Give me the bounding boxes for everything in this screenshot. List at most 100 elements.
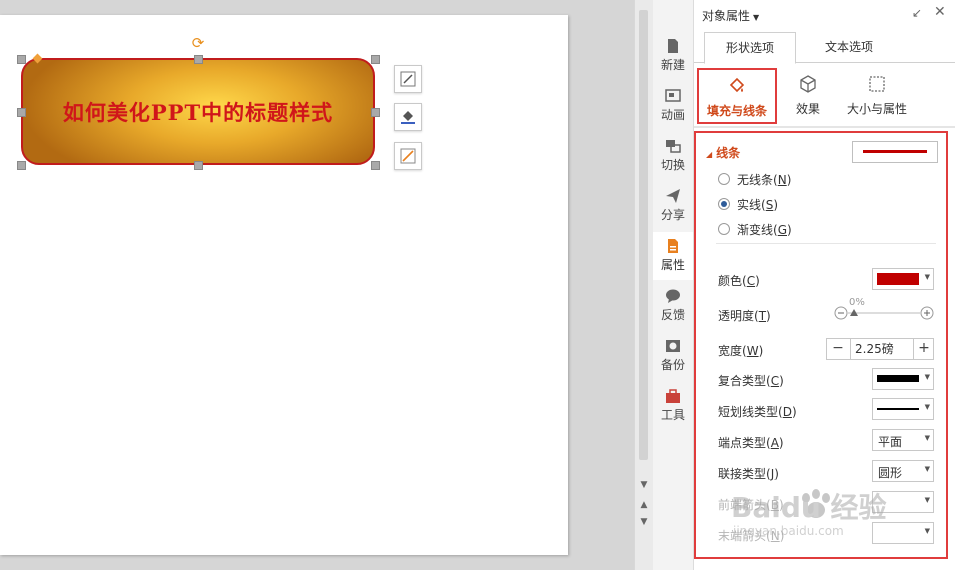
- chevron-down-icon: ▼: [924, 373, 930, 381]
- page-up-icon[interactable]: ▲: [635, 500, 653, 510]
- transition-icon: [666, 140, 681, 153]
- resize-handle-tr[interactable]: [371, 55, 380, 64]
- shortcut-key: C: [770, 374, 780, 388]
- rotate-handle-icon[interactable]: ⟳: [191, 36, 205, 51]
- nav-item-label: 新建: [660, 58, 685, 72]
- nav-item-backup[interactable]: 备份: [653, 332, 693, 380]
- subtab-fill-and-line[interactable]: 填充与线条: [697, 68, 777, 124]
- resize-handle-r[interactable]: [371, 108, 380, 117]
- shape-style-button[interactable]: [394, 65, 422, 93]
- panel-title: 对象属性: [702, 9, 751, 23]
- edit-shape-icon: [400, 71, 416, 87]
- label-text: 联接类型: [718, 467, 767, 481]
- shortcut-key: G: [777, 223, 788, 237]
- vertical-scrollbar[interactable]: ▼ ▲ ▼: [634, 0, 653, 570]
- tab-shape-options[interactable]: 形状选项: [704, 32, 796, 64]
- outline-pen-icon: [400, 148, 416, 164]
- nav-item-label: 工具: [660, 408, 685, 422]
- resize-handle-l[interactable]: [17, 108, 26, 117]
- tab-label: 形状选项: [725, 41, 774, 55]
- tools-icon: [666, 389, 680, 403]
- nav-item-label: 动画: [660, 108, 685, 122]
- resize-handle-br[interactable]: [371, 161, 380, 170]
- radio-label: 无线条: [737, 173, 774, 187]
- tab-text-options[interactable]: 文本选项: [804, 32, 894, 62]
- properties-icon: [668, 239, 678, 253]
- section-line-header[interactable]: ◢ 线条: [706, 144, 740, 161]
- width-stepper[interactable]: − 2.25磅 +: [826, 338, 934, 360]
- begin-arrow-dropdown[interactable]: ▼: [872, 491, 934, 513]
- dropdown-value: 平面: [878, 435, 903, 449]
- nav-item-transition[interactable]: 切换: [653, 132, 693, 180]
- dash-type-label: 短划线类型(D): [718, 405, 797, 419]
- chevron-down-icon: ▼: [924, 273, 930, 281]
- effects-cube-icon: [800, 75, 816, 93]
- label-text: 前端箭头: [718, 498, 767, 512]
- chevron-down-icon: ▼: [924, 496, 930, 504]
- size-properties-icon: [869, 76, 885, 92]
- panel-title-menu[interactable]: 对象属性 ▼: [702, 7, 759, 24]
- nav-item-label: 备份: [660, 358, 685, 372]
- nav-item-properties[interactable]: 属性: [653, 232, 693, 280]
- join-type-label: 联接类型(J): [718, 467, 779, 481]
- shape-title-text[interactable]: 如何美化PPT中的标题样式: [63, 97, 333, 127]
- subtab-size-and-properties[interactable]: 大小与属性: [842, 68, 912, 124]
- nav-item-tools[interactable]: 工具: [653, 382, 693, 430]
- feedback-icon: [666, 289, 680, 303]
- shortcut-key: W: [746, 344, 759, 358]
- shape-fill-button[interactable]: [394, 103, 422, 131]
- radio-solid-line[interactable]: 实线(S): [718, 195, 778, 215]
- shape-outline-button[interactable]: [394, 142, 422, 170]
- radio-gradient-line[interactable]: 渐变线(G): [718, 220, 792, 240]
- dash-line-sample: [877, 408, 919, 410]
- join-type-dropdown[interactable]: 圆形 ▼: [872, 460, 934, 482]
- page-down-icon[interactable]: ▼: [635, 517, 653, 527]
- title-shape[interactable]: 如何美化PPT中的标题样式: [21, 58, 375, 165]
- resize-handle-tl[interactable]: [17, 55, 26, 64]
- collapse-icon[interactable]: ↙: [912, 6, 922, 20]
- radio-button[interactable]: [718, 173, 730, 185]
- compound-type-dropdown[interactable]: ▼: [872, 368, 934, 390]
- scrollbar-thumb[interactable]: [639, 10, 648, 460]
- shortcut-key: C: [746, 274, 756, 288]
- subtab-label: 大小与属性: [846, 102, 907, 116]
- nav-item-label: 属性: [660, 258, 685, 272]
- label-text: 短划线类型: [718, 405, 779, 419]
- begin-arrow-label: 前端箭头(B): [718, 498, 784, 512]
- resize-handle-bl[interactable]: [17, 161, 26, 170]
- share-icon: [666, 189, 680, 203]
- cap-type-dropdown[interactable]: 平面 ▼: [872, 429, 934, 451]
- width-input[interactable]: 2.25磅: [850, 339, 914, 359]
- radio-button[interactable]: [718, 198, 730, 210]
- shortcut-key: N: [770, 529, 780, 543]
- nav-item-new[interactable]: 新建: [653, 32, 693, 80]
- decrease-width-button[interactable]: −: [828, 339, 848, 359]
- close-icon[interactable]: ✕: [934, 4, 946, 20]
- resize-handle-t[interactable]: [194, 55, 203, 64]
- color-dropdown[interactable]: ▼: [872, 268, 934, 290]
- task-pane-nav: 新建 动画 切换 分享 属性 反馈 备份 工具: [653, 0, 694, 570]
- label-text: 宽度: [718, 344, 743, 358]
- subtab-effects[interactable]: 效果: [786, 68, 830, 124]
- scroll-down-icon[interactable]: ▼: [635, 480, 653, 490]
- increase-width-button[interactable]: +: [914, 339, 934, 359]
- section-title: 线条: [716, 146, 741, 160]
- nav-item-animation[interactable]: 动画: [653, 82, 693, 130]
- dropdown-value: 圆形: [878, 466, 903, 480]
- radio-label: 渐变线: [737, 223, 774, 237]
- subtab-label: 填充与线条: [706, 104, 767, 118]
- width-label: 宽度(W): [718, 344, 764, 358]
- nav-item-label: 切换: [660, 158, 685, 172]
- color-label: 颜色(C): [718, 274, 760, 288]
- end-arrow-dropdown[interactable]: ▼: [872, 522, 934, 544]
- radio-no-line[interactable]: 无线条(N): [718, 170, 791, 190]
- resize-handle-b[interactable]: [194, 161, 203, 170]
- nav-item-feedback[interactable]: 反馈: [653, 282, 693, 330]
- radio-button[interactable]: [718, 223, 730, 235]
- dash-type-dropdown[interactable]: ▼: [872, 398, 934, 420]
- chevron-down-icon: ▼: [924, 434, 930, 442]
- nav-item-label: 分享: [660, 208, 685, 222]
- object-properties-panel: 对象属性 ▼ ↙ ✕ 形状选项 文本选项 填充与线条 效果 大小与属性 ◢ 线条 无…: [694, 0, 955, 570]
- label-text: 端点类型: [718, 436, 767, 450]
- nav-item-share[interactable]: 分享: [653, 182, 693, 230]
